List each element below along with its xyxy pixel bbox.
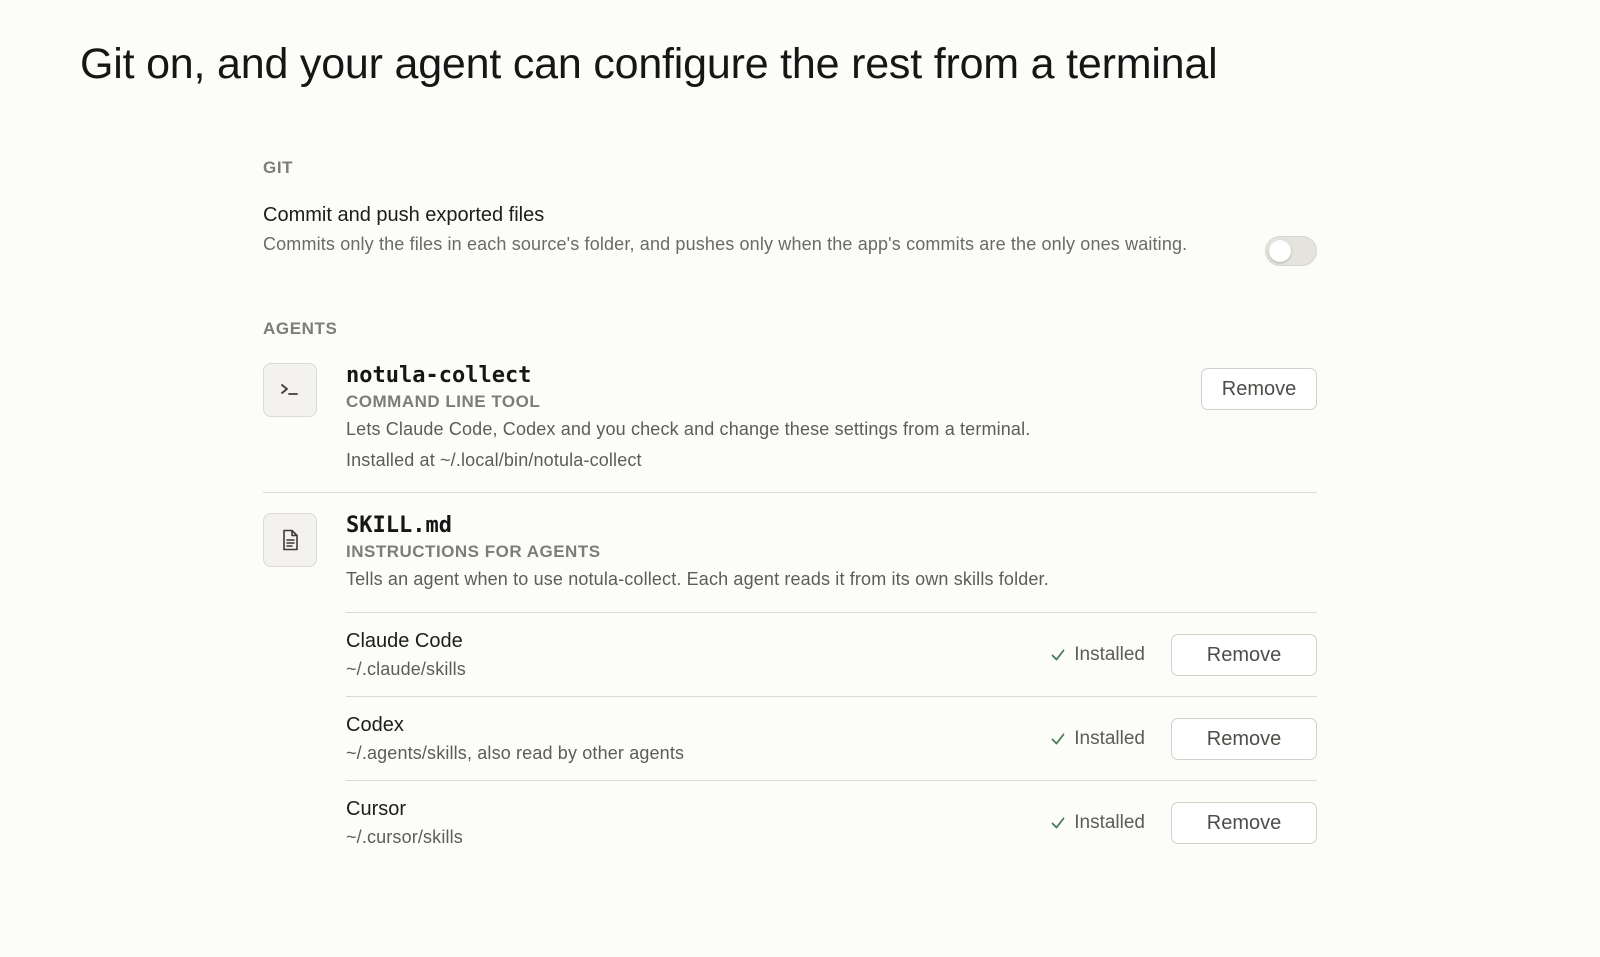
commit-push-toggle[interactable] [1265, 236, 1317, 266]
agents-section-label: AGENTS [263, 319, 338, 338]
status-label: Installed [1074, 728, 1145, 749]
check-icon [1050, 815, 1066, 831]
installed-status: Installed [1050, 727, 1145, 751]
document-icon [263, 513, 317, 567]
toggle-knob [1269, 240, 1291, 262]
skill-file-description: Tells an agent when to use notula-collec… [346, 569, 1049, 589]
remove-claude-code-button[interactable]: Remove [1171, 634, 1317, 676]
terminal-icon [263, 363, 317, 417]
page-title: Git on, and your agent can configure the… [80, 40, 1218, 88]
skill-file-name: SKILL.md [346, 513, 452, 538]
status-label: Installed [1074, 812, 1145, 833]
skill-target-name: Codex [346, 714, 404, 736]
skill-target-path: ~/.cursor/skills [346, 827, 463, 847]
skill-target-name: Cursor [346, 798, 407, 820]
cli-tool-description: Lets Claude Code, Codex and you check an… [346, 419, 1031, 439]
remove-codex-button[interactable]: Remove [1171, 718, 1317, 760]
skill-target-codex: Codex ~/.agents/skills, also read by oth… [346, 696, 1317, 780]
check-icon [1050, 647, 1066, 663]
cli-tool-install-path: Installed at ~/.local/bin/notula-collect [346, 450, 642, 470]
skill-target-claude-code: Claude Code ~/.claude/skills Installed R… [346, 612, 1317, 696]
check-icon [1050, 731, 1066, 747]
status-label: Installed [1074, 644, 1145, 665]
cli-tool-subtitle: COMMAND LINE TOOL [346, 392, 541, 411]
settings-panel: GIT Commit and push exported files Commi… [263, 158, 1317, 864]
git-commit-push-setting: Commit and push exported files Commits o… [263, 202, 1317, 266]
skill-target-name: Claude Code [346, 630, 463, 652]
installed-status: Installed [1050, 643, 1145, 667]
remove-cursor-button[interactable]: Remove [1171, 802, 1317, 844]
setting-description: Commits only the files in each source's … [263, 234, 1188, 254]
installed-status: Installed [1050, 811, 1145, 835]
skill-file-block: SKILL.md INSTRUCTIONS FOR AGENTS Tells a… [263, 513, 1317, 591]
remove-cli-button[interactable]: Remove [1201, 368, 1317, 410]
skill-targets-list: Claude Code ~/.claude/skills Installed R… [346, 612, 1317, 864]
skill-file-subtitle: INSTRUCTIONS FOR AGENTS [346, 542, 601, 561]
skill-target-path: ~/.claude/skills [346, 659, 466, 679]
skill-target-path: ~/.agents/skills, also read by other age… [346, 743, 685, 763]
git-section-label: GIT [263, 158, 294, 177]
skill-target-cursor: Cursor ~/.cursor/skills Installed Remove [346, 780, 1317, 864]
cli-tool-name: notula-collect [346, 363, 532, 388]
setting-title: Commit and push exported files [263, 204, 545, 226]
cli-tool-block: notula-collect COMMAND LINE TOOL Lets Cl… [263, 363, 1317, 493]
